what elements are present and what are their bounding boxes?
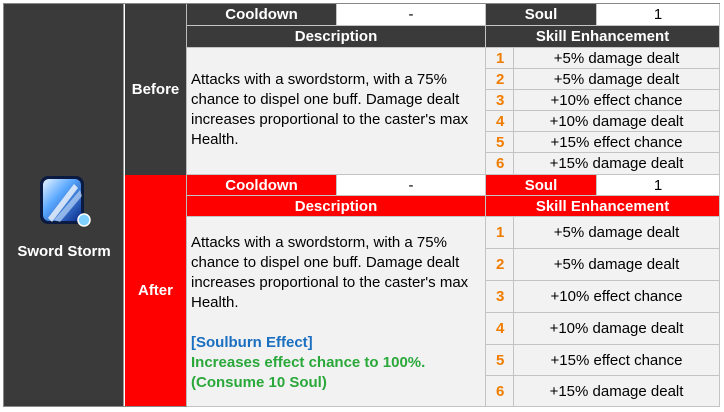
- after-enh-text: +10% damage dealt: [514, 313, 720, 345]
- after-description-cell: Attacks with a swordstorm, with a 75% ch…: [187, 217, 486, 407]
- before-enh-text: +5% damage dealt: [514, 48, 720, 69]
- before-description-header: Description: [187, 26, 486, 48]
- after-label: After: [125, 175, 187, 406]
- after-enh-num: 3: [486, 281, 514, 313]
- before-cooldown-value: -: [337, 4, 486, 26]
- after-enh-text: +15% damage dealt: [514, 376, 720, 407]
- after-soul-value: 1: [597, 175, 720, 196]
- after-enh-num: 4: [486, 313, 514, 345]
- soulburn-title: [Soulburn Effect]: [191, 334, 313, 351]
- before-label: Before: [125, 4, 187, 175]
- after-enh-text: +5% damage dealt: [514, 217, 720, 249]
- before-soul-label: Soul: [486, 4, 597, 26]
- before-enh-num: 3: [486, 90, 514, 111]
- before-enh-num: 6: [486, 153, 514, 175]
- before-enh-text: +15% effect chance: [514, 132, 720, 153]
- soulburn-line2: (Consume 10 Soul): [191, 374, 327, 391]
- after-enh-num: 1: [486, 217, 514, 249]
- before-enh-num: 1: [486, 48, 514, 69]
- after-enh-num: 6: [486, 376, 514, 407]
- after-description: Attacks with a swordstorm, with a 75% ch…: [191, 234, 469, 311]
- after-cooldown-value: -: [337, 175, 486, 196]
- before-enh-num: 4: [486, 111, 514, 132]
- skill-column: Sword Storm: [4, 4, 124, 406]
- before-enh-text: +5% damage dealt: [514, 69, 720, 90]
- soulburn-line1: Increases effect chance to 100%.: [191, 354, 426, 371]
- before-description: Attacks with a swordstorm, with a 75% ch…: [187, 48, 486, 175]
- after-soul-label: Soul: [486, 175, 597, 196]
- before-enh-num: 5: [486, 132, 514, 153]
- after-enh-num: 5: [486, 345, 514, 376]
- before-enh-text: +10% effect chance: [514, 90, 720, 111]
- after-enhancement-header: Skill Enhancement: [486, 196, 720, 217]
- after-enh-text: +15% effect chance: [514, 345, 720, 376]
- before-enhancement-header: Skill Enhancement: [486, 26, 720, 48]
- after-enh-text: +5% damage dealt: [514, 249, 720, 281]
- skill-name: Sword Storm: [17, 243, 111, 260]
- before-soul-value: 1: [597, 4, 720, 26]
- after-enh-text: +10% effect chance: [514, 281, 720, 313]
- after-enh-num: 2: [486, 249, 514, 281]
- before-enh-num: 2: [486, 69, 514, 90]
- after-description-header: Description: [187, 196, 486, 217]
- sword-storm-icon: [40, 176, 91, 227]
- after-cooldown-label: Cooldown: [187, 175, 337, 196]
- before-cooldown-label: Cooldown: [187, 4, 337, 26]
- before-enh-text: +10% damage dealt: [514, 111, 720, 132]
- before-enh-text: +15% damage dealt: [514, 153, 720, 175]
